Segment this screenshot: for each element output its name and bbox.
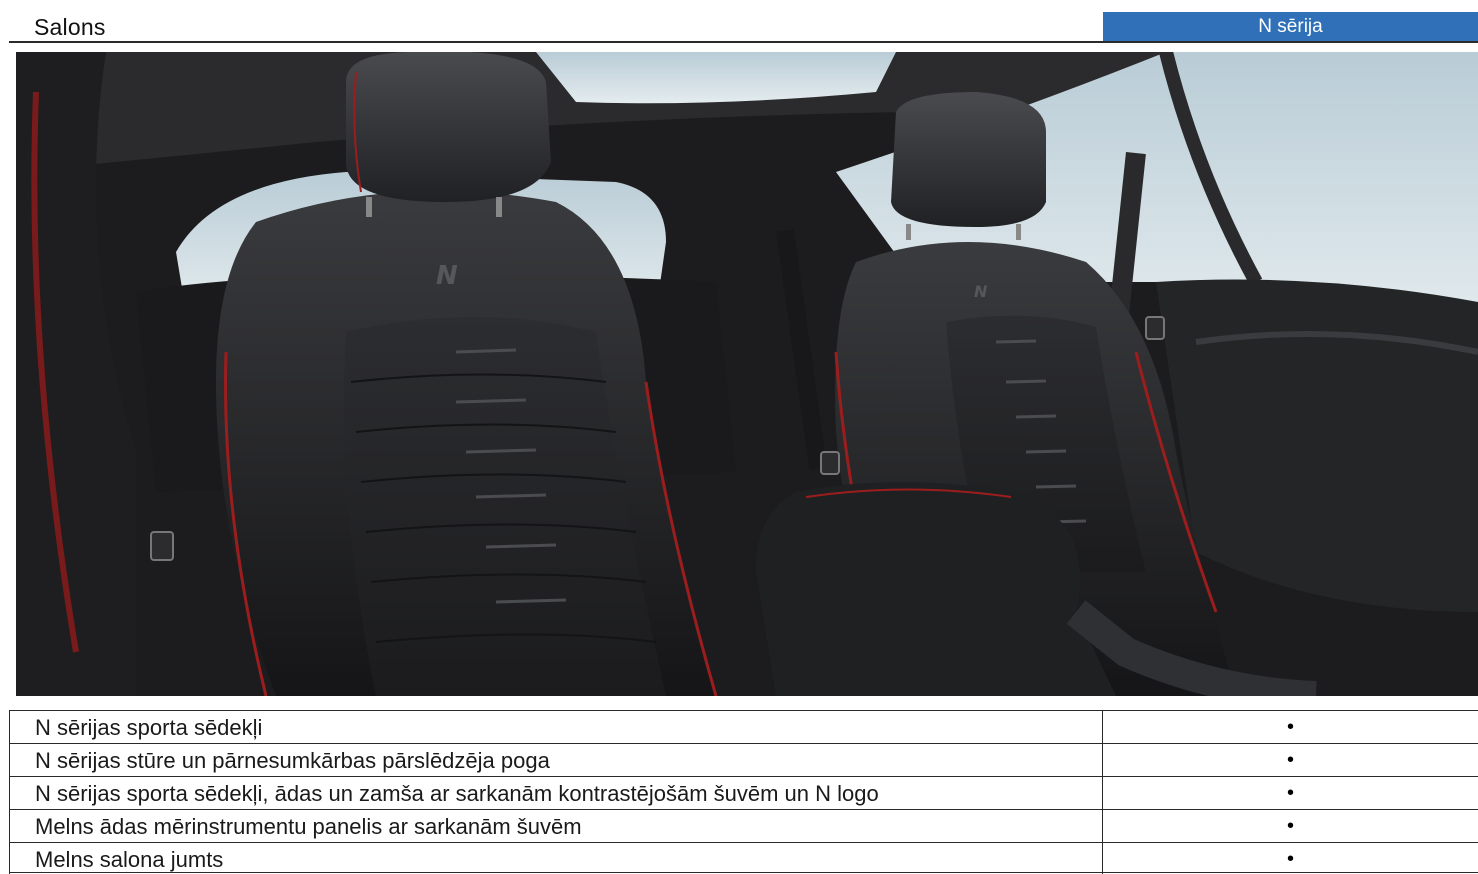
interior-illustration: N N xyxy=(16,52,1478,696)
feature-name: N sērijas sporta sēdekļi xyxy=(9,711,1103,743)
availability-mark: • xyxy=(1286,815,1294,837)
table-row: Melns salona jumts • xyxy=(9,843,1478,874)
availability-mark: • xyxy=(1286,716,1294,738)
section-title: Salons xyxy=(34,14,106,40)
features-table: N sērijas sporta sēdekļi • N sērijas stū… xyxy=(9,710,1478,874)
series-label: N sērija xyxy=(1103,12,1478,41)
availability-mark: • xyxy=(1286,848,1294,870)
feature-name: Melns ādas mērinstrumentu panelis ar sar… xyxy=(9,810,1103,842)
table-row: N sērijas sporta sēdekļi • xyxy=(9,711,1478,744)
seat-logo-right: N xyxy=(974,282,988,301)
interior-photo: N N xyxy=(16,52,1478,696)
availability-mark: • xyxy=(1286,749,1294,771)
availability-mark: • xyxy=(1286,782,1294,804)
feature-name: Melns salona jumts xyxy=(9,843,1103,874)
table-row: N sērijas sporta sēdekļi, ādas un zamša … xyxy=(9,777,1478,810)
feature-name: N sērijas sporta sēdekļi, ādas un zamša … xyxy=(9,777,1103,809)
table-row: N sērijas stūre un pārnesumkārbas pārslē… xyxy=(9,744,1478,777)
seat-logo-left: N xyxy=(436,261,458,291)
table-row: Melns ādas mērinstrumentu panelis ar sar… xyxy=(9,810,1478,843)
spec-page: Salons N sērija N N N sērijas sporta sēd… xyxy=(0,0,1478,874)
section-header: Salons N sērija xyxy=(9,12,1478,43)
feature-name: N sērijas stūre un pārnesumkārbas pārslē… xyxy=(9,744,1103,776)
